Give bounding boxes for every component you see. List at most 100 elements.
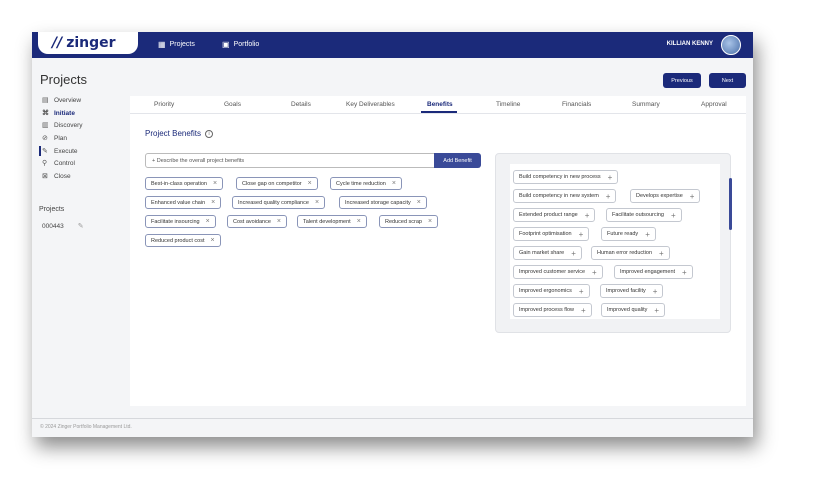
suggestion-chip[interactable]: Build competency in new system + <box>513 189 617 203</box>
sidebar-item-plan[interactable]: ⊘ Plan <box>42 134 67 143</box>
suggestion-label: Future ready <box>607 231 639 237</box>
info-icon[interactable]: i <box>205 129 214 138</box>
footer-divider <box>32 418 753 419</box>
add-icon[interactable]: + <box>671 211 676 220</box>
add-icon[interactable]: + <box>682 268 687 277</box>
selected-benefit-chip: Cycle time reduction × <box>330 177 402 190</box>
avatar[interactable] <box>721 35 741 55</box>
add-icon[interactable]: + <box>579 230 584 239</box>
discovery-icon: ▥ <box>42 122 49 129</box>
suggestion-chip[interactable]: Extended product range + <box>513 208 596 222</box>
suggestion-label: Improved quality <box>607 307 648 313</box>
chip-label: Increased quality compliance <box>238 199 309 206</box>
remove-icon[interactable]: × <box>315 199 319 206</box>
suggestion-label: Improved facility <box>606 288 646 294</box>
sidebar-item-control[interactable]: ⚲ Control <box>42 159 75 168</box>
add-icon[interactable]: + <box>659 249 664 258</box>
add-icon[interactable]: + <box>592 268 597 277</box>
suggestion-chip[interactable]: Improved customer service + <box>513 265 603 279</box>
add-benefit-button[interactable]: Add Benefit <box>434 153 481 168</box>
app-window: // zinger ▦ Projects ▣ Portfolio KILLIAN… <box>32 32 753 437</box>
tab-details[interactable]: Details <box>291 101 311 108</box>
sidebar-item-label: Execute <box>54 147 78 155</box>
tab-goals[interactable]: Goals <box>224 101 241 108</box>
suggestion-chip[interactable]: Improved quality + <box>601 303 666 317</box>
sidebar-item-overview[interactable]: ▤ Overview <box>42 96 81 105</box>
nav-projects-label: Projects <box>169 41 195 48</box>
suggestion-chip[interactable]: Improved process flow + <box>513 303 592 317</box>
tab-benefits[interactable]: Benefits <box>427 101 453 108</box>
tab-financials[interactable]: Financials <box>562 101 591 108</box>
add-icon[interactable]: + <box>608 173 613 182</box>
nav-portfolio-label: Portfolio <box>233 41 260 48</box>
add-icon[interactable]: + <box>585 211 590 220</box>
nav-portfolio[interactable]: ▣ Portfolio <box>222 40 259 49</box>
sidebar-item-close[interactable]: ⊠ Close <box>42 172 71 181</box>
active-tab-underline <box>421 111 457 113</box>
add-icon[interactable]: + <box>653 287 658 296</box>
tab-approval[interactable]: Approval <box>701 101 727 108</box>
suggestion-chip[interactable]: Improved ergonomics + <box>513 284 590 298</box>
next-button[interactable]: Next <box>709 73 746 88</box>
suggestion-label: Improved process flow <box>519 307 575 313</box>
tab-priority[interactable]: Priority <box>154 101 174 108</box>
logo[interactable]: // zinger <box>38 32 138 54</box>
sidebar-item-initiate[interactable]: ⌘ Initiate <box>42 109 75 118</box>
add-icon[interactable]: + <box>690 192 695 201</box>
remove-icon[interactable]: × <box>213 180 217 187</box>
pencil-icon[interactable]: ✎ <box>78 222 84 230</box>
tab-key-deliverables[interactable]: Key Deliverables <box>346 101 395 108</box>
tab-summary[interactable]: Summary <box>632 101 660 108</box>
suggestion-chip[interactable]: Gain market share + <box>513 246 582 260</box>
briefcase-icon: ▣ <box>222 40 230 49</box>
suggestion-chip[interactable]: Footprint optimisation + <box>513 227 590 241</box>
suggestion-label: Gain market share <box>519 250 565 256</box>
sidebar-item-discovery[interactable]: ▥ Discovery <box>42 121 83 130</box>
chip-label: Reduced scrap <box>385 218 422 225</box>
suggestion-chip[interactable]: Human error reduction + <box>591 246 670 260</box>
tab-bar: Priority Goals Details Key Deliverables … <box>130 96 746 114</box>
suggestion-chip[interactable]: Facilitate outsourcing + <box>606 208 682 222</box>
remove-icon[interactable]: × <box>417 199 421 206</box>
add-icon[interactable]: + <box>645 230 650 239</box>
tab-timeline[interactable]: Timeline <box>496 101 520 108</box>
suggestion-label: Build competency in new process <box>519 174 601 180</box>
remove-icon[interactable]: × <box>211 237 215 244</box>
add-icon[interactable]: + <box>579 287 584 296</box>
selected-benefit-chip: Reduced scrap × <box>379 215 439 228</box>
suggestion-label: Build competency in new system <box>519 193 599 199</box>
suggestion-chip[interactable]: Future ready + <box>601 227 656 241</box>
user-name[interactable]: KILLIAN KENNY <box>667 41 713 47</box>
nav-projects[interactable]: ▦ Projects <box>158 40 195 49</box>
suggestion-chip[interactable]: Improved facility + <box>600 284 664 298</box>
add-icon[interactable]: + <box>654 306 659 315</box>
suggestions-scrollbar[interactable] <box>729 178 732 230</box>
sidebar-item-label: Control <box>54 159 75 167</box>
add-icon[interactable]: + <box>606 192 611 201</box>
sidebar-item-label: Close <box>54 172 71 180</box>
previous-button[interactable]: Previous <box>663 73 701 88</box>
benefit-description-input[interactable] <box>145 153 435 168</box>
project-id-row[interactable]: 000443 ✎ <box>42 222 84 231</box>
chip-label: Reduced product cost <box>151 237 205 244</box>
selected-benefit-chip: Increased storage capacity × <box>339 196 427 209</box>
remove-icon[interactable]: × <box>357 218 361 225</box>
remove-icon[interactable]: × <box>308 180 312 187</box>
selected-benefit-chip: Reduced product cost × <box>145 234 221 247</box>
remove-icon[interactable]: × <box>211 199 215 206</box>
grid-icon: ▦ <box>158 40 166 49</box>
footer-copyright: © 2024 Zinger Portfolio Management Ltd. <box>40 424 132 430</box>
remove-icon[interactable]: × <box>428 218 432 225</box>
sidebar-item-execute[interactable]: ✎ Execute <box>42 147 78 156</box>
suggestion-chip[interactable]: Develops expertise + <box>630 189 701 203</box>
section-title: Project Benefits i <box>145 129 214 138</box>
suggestions-list[interactable]: Build competency in new process + Build … <box>510 164 732 319</box>
remove-icon[interactable]: × <box>206 218 210 225</box>
add-icon[interactable]: + <box>581 306 586 315</box>
remove-icon[interactable]: × <box>392 180 396 187</box>
suggestions-panel: Build competency in new process + Build … <box>495 153 732 333</box>
remove-icon[interactable]: × <box>277 218 281 225</box>
add-icon[interactable]: + <box>571 249 576 258</box>
suggestion-chip[interactable]: Build competency in new process + <box>513 170 619 184</box>
suggestion-chip[interactable]: Improved engagement + <box>614 265 693 279</box>
